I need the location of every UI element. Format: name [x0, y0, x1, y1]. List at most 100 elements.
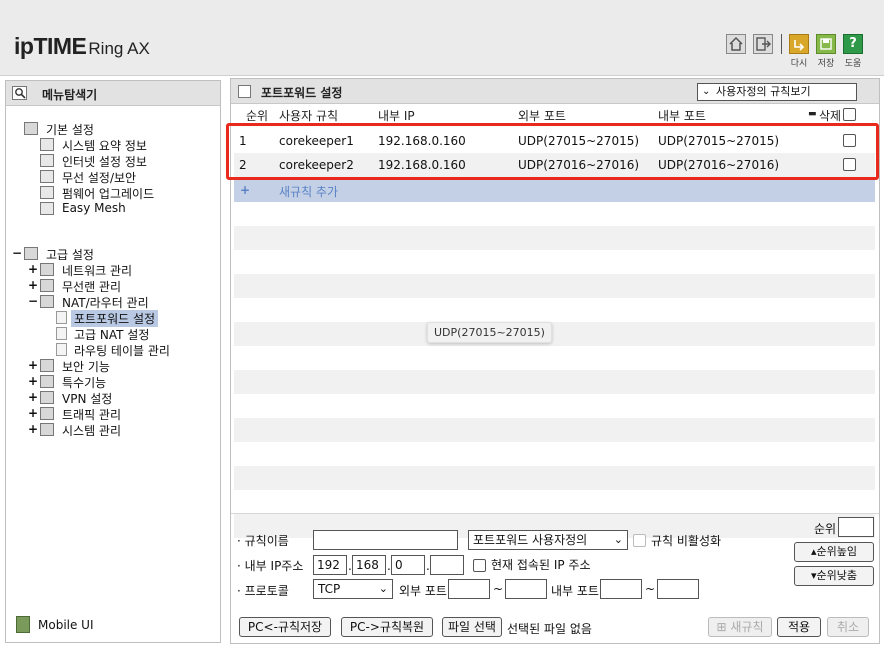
empty-row	[234, 370, 875, 394]
preset-select[interactable]: 포트포워드 사용자정의 ⌄	[468, 530, 628, 550]
preset-select-value: 포트포워드 사용자정의	[473, 533, 588, 547]
ip-octet-1[interactable]: 192	[313, 555, 347, 575]
table-row[interactable]: 2 corekeeper2 192.168.0.160 UDP(27016~27…	[234, 153, 875, 177]
network-expand-toggle[interactable]: +	[28, 262, 38, 276]
rule-int-port: UDP(27016~27016)	[658, 158, 780, 172]
mobile-ui-link[interactable]: Mobile UI	[38, 618, 94, 632]
menu-firmware-upgrade[interactable]: 펌웨어 업그레이드	[62, 185, 154, 202]
system-expand-toggle[interactable]: +	[28, 422, 38, 436]
int-port-label: 내부 포트	[551, 584, 599, 598]
select-all-minus-icon[interactable]: ▬	[808, 109, 817, 119]
add-rule-row[interactable]: + 새규칙 추가	[234, 180, 875, 202]
rule-ext-port: UDP(27016~27016)	[518, 158, 640, 172]
int-port-start-input[interactable]	[600, 579, 642, 599]
menu-vpn[interactable]: VPN 설정	[62, 390, 112, 407]
table-row[interactable]: 1 corekeeper1 192.168.0.160 UDP(27015~27…	[234, 129, 875, 153]
menu-traffic[interactable]: 트래픽 관리	[62, 406, 121, 423]
nat-collapse-toggle[interactable]: −	[28, 294, 38, 308]
ip-octet-4[interactable]	[430, 555, 464, 575]
advanced-collapse-toggle[interactable]: −	[12, 246, 22, 260]
vpn-folder-icon	[40, 391, 54, 404]
file-select-button[interactable]: 파일 선택	[442, 617, 502, 637]
rule-view-select[interactable]: ⌄ 사용자정의 규칙보기	[697, 83, 857, 101]
col-external-port: 외부 포트	[518, 109, 566, 123]
protocol-select[interactable]: TCP ⌄	[313, 579, 393, 599]
menu-wireless-security[interactable]: 무선 설정/보안	[62, 169, 136, 186]
delete-checkbox[interactable]	[843, 158, 856, 171]
menu-system-management[interactable]: 시스템 관리	[62, 422, 121, 439]
protocol-select-value: TCP	[318, 582, 341, 596]
rule-view-select-value: 사용자정의 규칙보기	[716, 85, 811, 98]
current-ip-label: 현재 접속된 IP 주소	[491, 558, 591, 572]
special-expand-toggle[interactable]: +	[28, 374, 38, 388]
delete-checkbox[interactable]	[843, 134, 856, 147]
menu-special-functions[interactable]: 특수기능	[62, 374, 106, 391]
nat-folder-icon	[40, 295, 54, 308]
menu-wlan-management[interactable]: 무선랜 관리	[62, 278, 121, 295]
easymesh-icon	[40, 202, 54, 215]
rank-down-button[interactable]: ▾순위낮춤	[794, 566, 874, 586]
rule-name-label: · 규칙이름	[237, 534, 289, 548]
new-rule-button: ⊞ 새규칙	[708, 617, 772, 637]
int-port-tilde: ~	[645, 582, 656, 596]
ext-port-label: 외부 포트	[399, 584, 447, 598]
menu-basic-settings[interactable]: 기본 설정	[46, 121, 94, 138]
ip-octet-2[interactable]: 168	[352, 555, 386, 575]
col-delete: 삭제	[819, 109, 842, 123]
menu-advanced-nat[interactable]: 고급 NAT 설정	[74, 326, 149, 343]
apply-button[interactable]: 적용	[777, 617, 821, 637]
save-icon[interactable]	[816, 34, 836, 54]
menu-easy-mesh[interactable]: Easy Mesh	[62, 201, 126, 215]
rank-input[interactable]	[838, 517, 874, 537]
traffic-expand-toggle[interactable]: +	[28, 406, 38, 420]
ip-octet-3[interactable]: 0	[391, 555, 425, 575]
menu-nat-router[interactable]: NAT/라우터 관리	[62, 294, 149, 311]
current-ip-checkbox[interactable]	[473, 559, 486, 572]
help-label: 도움	[844, 59, 862, 69]
save-label: 저장	[817, 59, 835, 69]
col-rule-name: 사용자 규칙	[279, 109, 339, 123]
port-forward-panel: 포트포워드 설정 ⌄ 사용자정의 규칙보기 순위 사용자 규칙 내부 IP 외부…	[226, 78, 880, 644]
ext-port-tilde: ~	[493, 582, 504, 596]
col-internal-ip: 내부 IP	[378, 109, 415, 123]
special-folder-icon	[40, 375, 54, 388]
help-icon[interactable]: ?	[843, 34, 863, 54]
vpn-expand-toggle[interactable]: +	[28, 390, 38, 404]
refresh-icon[interactable]	[789, 34, 809, 54]
protocol-label: · 프로토콜	[237, 584, 289, 598]
rule-ext-port: UDP(27015~27015)	[518, 134, 640, 148]
menu-explorer-title: 메뉴탐색기	[42, 88, 98, 102]
menu-system-summary[interactable]: 시스템 요약 정보	[62, 137, 147, 154]
wlan-expand-toggle[interactable]: +	[28, 278, 38, 292]
rule-name-input[interactable]	[313, 530, 458, 550]
rank-up-button[interactable]: ▴순위높임	[794, 542, 874, 562]
menu-network-management[interactable]: 네트워크 관리	[62, 262, 132, 279]
backup-rules-button[interactable]: PC<-규칙저장	[239, 617, 331, 637]
advanced-settings-folder-icon	[24, 247, 38, 260]
chevron-down-icon: ⌄	[378, 582, 388, 595]
form-divider	[231, 513, 879, 514]
cancel-button: 취소	[827, 617, 869, 637]
plus-icon: +	[240, 183, 251, 197]
menu-port-forward[interactable]: 포트포워드 설정	[71, 310, 159, 327]
rule-rank: 2	[239, 158, 247, 172]
restore-rules-button[interactable]: PC->규칙복원	[341, 617, 433, 637]
internet-info-icon	[40, 154, 54, 167]
wireless-icon	[40, 170, 54, 183]
menu-routing-table[interactable]: 라우팅 테이블 관리	[74, 342, 170, 359]
menu-security[interactable]: 보안 기능	[62, 358, 110, 375]
disable-rule-checkbox[interactable]	[633, 534, 646, 547]
menu-advanced-settings[interactable]: 고급 설정	[46, 246, 94, 263]
int-port-end-input[interactable]	[657, 579, 699, 599]
menu-explorer: 메뉴탐색기 기본 설정 시스템 요약 정보 인터넷 설정 정보 무선 설정/보안…	[5, 80, 221, 643]
wlan-folder-icon	[40, 279, 54, 292]
header-bar: ipTIME Ring AX 다시 저장 ? 도움	[0, 0, 884, 76]
select-all-checkbox[interactable]	[843, 108, 856, 121]
menu-internet-info[interactable]: 인터넷 설정 정보	[62, 153, 147, 170]
home-icon[interactable]	[726, 34, 746, 54]
ext-port-end-input[interactable]	[505, 579, 547, 599]
security-expand-toggle[interactable]: +	[28, 358, 38, 372]
logout-icon[interactable]	[753, 34, 773, 54]
ext-port-start-input[interactable]	[448, 579, 490, 599]
header-divider	[781, 34, 782, 54]
